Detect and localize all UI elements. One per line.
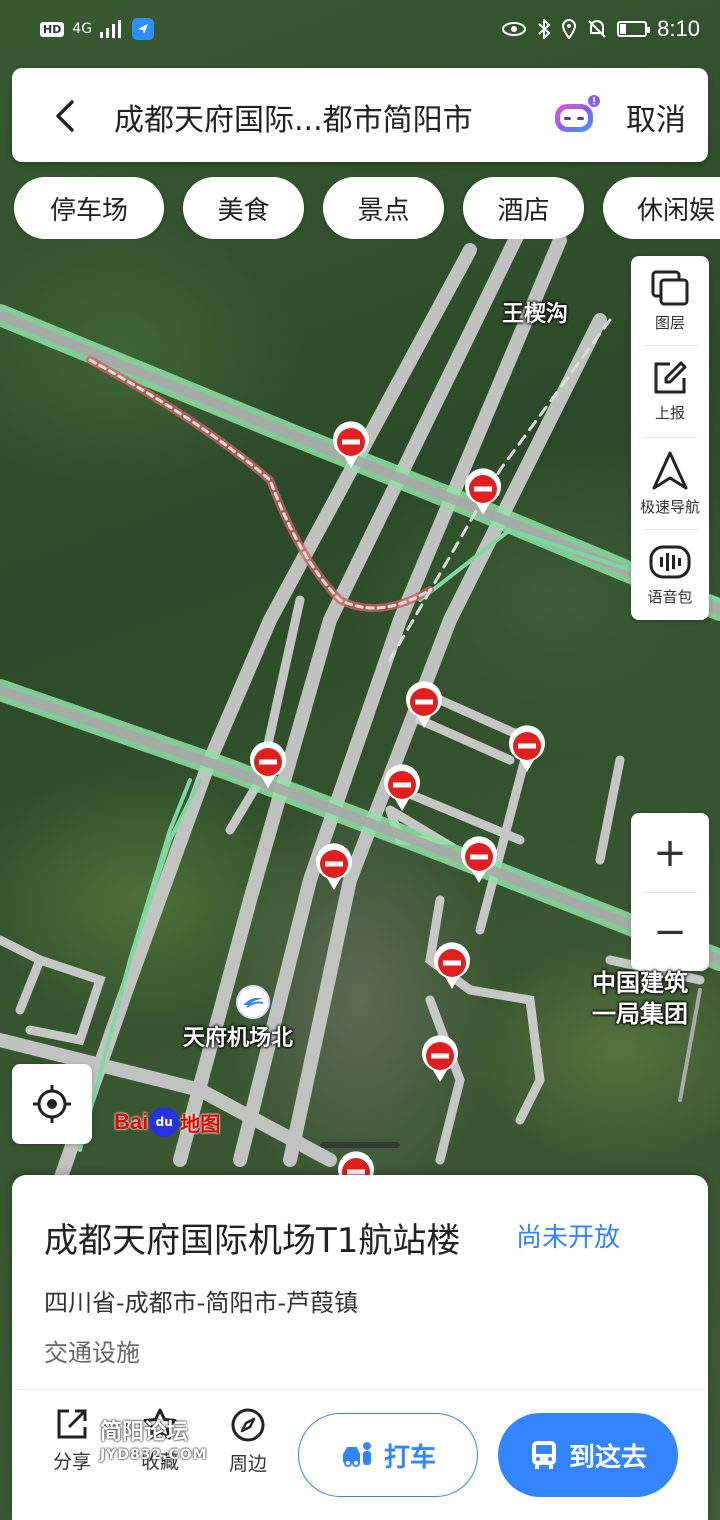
share-label: 分享 — [52, 1451, 91, 1473]
voice-pack-label: 语音包 — [647, 588, 693, 606]
train-station-icon[interactable] — [236, 985, 270, 1019]
compass-icon — [231, 1408, 265, 1442]
car-person-icon — [342, 1442, 371, 1467]
fast-navigation-button[interactable]: 极速导航 — [631, 438, 709, 526]
navigation-label: 极速导航 — [639, 498, 700, 516]
bus-icon — [531, 1441, 556, 1469]
sheet-drag-handle[interactable] — [320, 1142, 400, 1148]
zoom-control: + − — [631, 813, 709, 971]
chevron-left-icon[interactable] — [46, 96, 86, 136]
share-icon — [57, 1409, 87, 1439]
app-notification-icon — [132, 18, 155, 40]
zoom-out-button[interactable]: − — [631, 892, 709, 971]
report-button[interactable]: 上报 — [631, 346, 709, 434]
map-label-station[interactable]: 天府机场北 — [183, 1020, 293, 1052]
signal-bars-icon — [100, 20, 122, 38]
navigation-icon — [652, 451, 688, 490]
cancel-button[interactable]: 取消 — [626, 95, 686, 139]
nearby-label: 周边 — [228, 1453, 267, 1475]
mute-bell-icon — [588, 20, 606, 38]
clock: 8:10 — [657, 16, 700, 41]
chip-leisure[interactable]: 休闲娱 — [603, 177, 720, 239]
chip-scenic[interactable]: 景点 — [323, 177, 444, 239]
watermark-line1: 简阳论坛 — [100, 1420, 189, 1445]
location-pin-icon — [562, 19, 577, 39]
map-toolbar: 图层 上报 极速导航 语音包 — [631, 256, 709, 620]
place-name: 成都天府国际机场T1航站楼 — [44, 1221, 461, 1261]
crosshair-icon — [33, 1085, 71, 1123]
map-label-company[interactable]: 中国建筑 一局集团 — [592, 968, 688, 1030]
baidu-map-logo: Bai du 地图 — [114, 1104, 220, 1140]
bluetooth-icon — [538, 19, 551, 39]
chip-food[interactable]: 美食 — [183, 177, 304, 239]
search-query[interactable]: 成都天府国际...都市简阳市 — [114, 95, 473, 139]
forum-watermark: 简阳论坛 JYD832.COM — [100, 1422, 208, 1466]
status-bar: HD 4G 8:10 — [0, 0, 720, 60]
place-detail-sheet[interactable]: 成都天府国际机场T1航站楼 尚未开放 四川省-成都市-简阳市-芦葭镇 交通设施 … — [12, 1175, 708, 1520]
search-bar[interactable]: 成都天府国际...都市简阳市 取消 — [12, 68, 708, 162]
logo-bai: Bai — [114, 1109, 149, 1134]
sheet-divider — [12, 1389, 708, 1390]
company-line-1: 中国建筑 — [592, 969, 688, 997]
logo-du: du — [149, 1107, 180, 1137]
go-here-button[interactable]: 到这去 — [498, 1413, 678, 1497]
signal-label: 4G — [72, 21, 93, 37]
place-address: 四川省-成都市-简阳市-芦葭镇 — [44, 1289, 358, 1317]
status-left: HD 4G — [40, 18, 155, 40]
eye-icon — [502, 22, 527, 36]
map-label-village[interactable]: 王楔沟 — [502, 296, 568, 328]
voice-pack-icon — [649, 545, 691, 579]
locate-button[interactable] — [12, 1064, 92, 1144]
battery-icon — [617, 21, 651, 37]
taxi-button[interactable]: 打车 — [298, 1413, 478, 1497]
logo-map: 地图 — [180, 1111, 221, 1136]
place-status: 尚未开放 — [516, 1223, 621, 1253]
road-closure-icon[interactable] — [422, 1035, 459, 1082]
layers-icon — [651, 270, 689, 306]
report-icon — [654, 361, 687, 394]
road-closure-icon[interactable] — [509, 725, 545, 772]
place-category: 交通设施 — [44, 1339, 140, 1367]
chip-hotel[interactable]: 酒店 — [463, 177, 584, 239]
status-right: 8:10 — [501, 16, 700, 42]
layers-label: 图层 — [654, 314, 685, 332]
company-line-2: 一局集团 — [592, 1000, 688, 1028]
watermark-line2: JYD832.COM — [100, 1447, 208, 1463]
hd-badge: HD — [40, 21, 65, 37]
report-label: 上报 — [654, 404, 685, 422]
voice-pack-button[interactable]: 语音包 — [631, 530, 709, 618]
robot-assistant-icon[interactable] — [552, 94, 600, 136]
zoom-in-button[interactable]: + — [631, 813, 709, 892]
taxi-label: 打车 — [383, 1442, 436, 1473]
go-here-label: 到这去 — [568, 1442, 647, 1473]
road-closure-icon[interactable] — [384, 764, 421, 811]
nearby-button[interactable]: 周边 — [208, 1407, 288, 1476]
category-chips: 停车场 美食 景点 酒店 休闲娱 — [14, 177, 720, 239]
layers-button[interactable]: 图层 — [631, 256, 709, 344]
battery-fill — [620, 24, 627, 34]
chip-parking[interactable]: 停车场 — [14, 177, 164, 239]
